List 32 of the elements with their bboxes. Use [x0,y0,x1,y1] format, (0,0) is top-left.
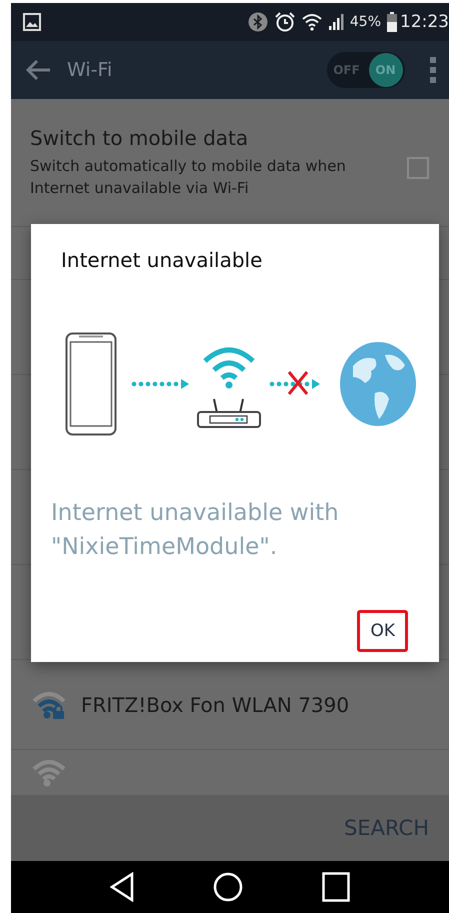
square-icon [322,872,350,902]
more-options-button[interactable] [429,56,437,84]
recent-apps-button[interactable] [322,872,350,902]
home-button[interactable] [212,872,243,902]
network-name: FRITZ!Box Fon WLAN 7390 [81,692,350,716]
search-button[interactable]: SEARCH [336,810,437,846]
bluetooth-icon [248,12,268,32]
back-triangle-icon [110,872,134,902]
signal-icon [328,13,344,31]
clock-time: 12:23 [400,12,449,32]
alarm-clock-icon [274,11,296,33]
dialog-message: Internet unavailable with "NixieTimeModule". [51,499,340,562]
ok-button[interactable]: OK [357,610,408,652]
screen-title: Wi-Fi [67,59,114,81]
wifi-icon [31,758,67,788]
dotted-arrow-icon [131,376,189,392]
battery-percentage: 45% [350,14,381,30]
checkbox[interactable] [407,156,429,178]
wifi-toggle[interactable]: OFF ON [327,52,405,88]
gallery-icon [23,13,41,31]
overflow-menu-icon [429,56,437,84]
globe-icon [339,341,417,427]
setting-description: Switch automatically to mobile data when Internet unavailable via Wi-Fi [30,156,347,199]
wifi-icon [302,13,322,31]
battery-icon [387,12,397,32]
toggle-label: OFF [332,63,361,77]
back-arrow-icon [25,59,51,81]
toggle-label: ON [374,63,397,77]
phone-icon [65,332,117,436]
dialog-title: Internet unavailable [61,248,264,272]
setting-title: Switch to mobile data [30,126,250,150]
home-circle-icon [212,872,243,902]
